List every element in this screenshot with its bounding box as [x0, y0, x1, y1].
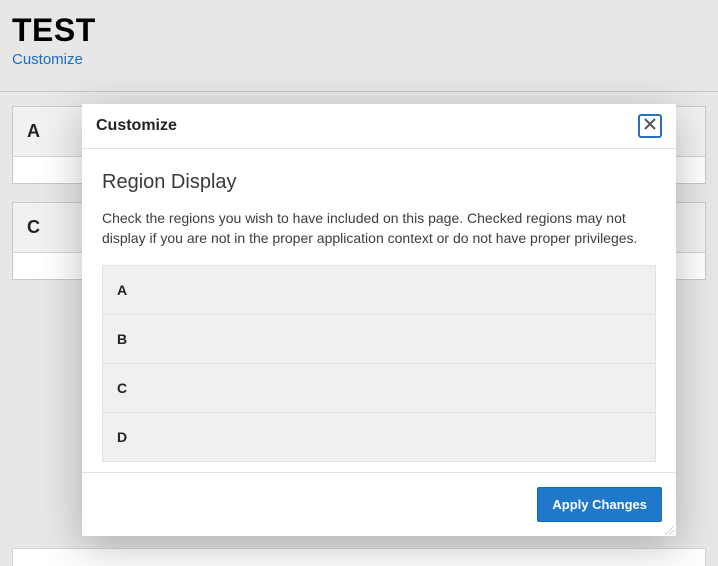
close-button[interactable] [638, 114, 662, 138]
region-item-c[interactable]: C [103, 364, 655, 413]
apply-changes-button[interactable]: Apply Changes [537, 487, 662, 522]
modal-header: Customize [82, 104, 676, 149]
section-description: Check the regions you wish to have inclu… [102, 208, 656, 249]
divider [0, 91, 718, 92]
region-item-d[interactable]: D [103, 413, 655, 461]
region-list: A B C D [102, 265, 656, 462]
section-title: Region Display [102, 171, 656, 194]
region-item-b[interactable]: B [103, 315, 655, 364]
page-title: TEST [12, 12, 706, 49]
close-icon [644, 117, 656, 135]
modal-body: Region Display Check the regions you wis… [82, 149, 676, 472]
region-item-a[interactable]: A [103, 266, 655, 315]
customize-link[interactable]: Customize [12, 51, 83, 68]
lower-band [12, 548, 706, 566]
customize-modal: Customize Region Display Check the regio… [82, 104, 676, 536]
resize-handle-icon [662, 522, 674, 534]
modal-title: Customize [96, 117, 177, 135]
modal-footer: Apply Changes [82, 472, 676, 536]
